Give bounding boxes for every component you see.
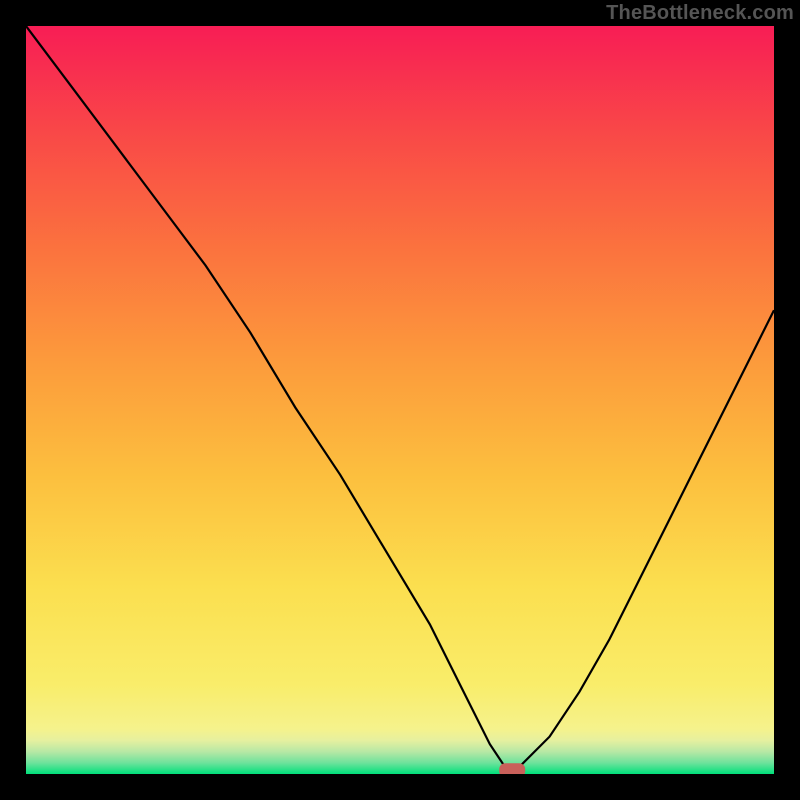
gradient-background — [26, 26, 774, 774]
optimal-marker — [499, 763, 525, 774]
chart-frame: TheBottleneck.com — [0, 0, 800, 800]
bottleneck-chart — [26, 26, 774, 774]
plot-area — [26, 26, 774, 774]
attribution-label: TheBottleneck.com — [606, 2, 794, 25]
